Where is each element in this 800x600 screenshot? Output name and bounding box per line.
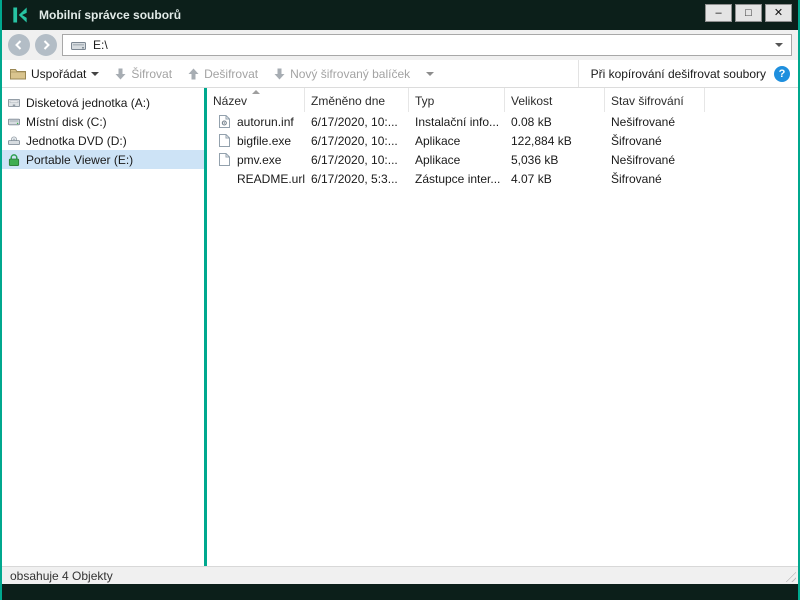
status-bar: obsahuje 4 Objekty xyxy=(2,566,798,584)
minimize-button[interactable]: – xyxy=(705,4,732,22)
file-type: Instalační info... xyxy=(415,114,500,129)
new-package-arrow-icon xyxy=(274,68,285,79)
file-modified: 6/17/2020, 10:... xyxy=(311,152,398,167)
lock-icon xyxy=(8,153,20,167)
forward-button[interactable] xyxy=(35,34,57,56)
column-header-type[interactable]: Typ xyxy=(409,88,505,112)
back-button[interactable] xyxy=(8,34,30,56)
floppy-drive-icon xyxy=(8,96,20,110)
drive-icon xyxy=(71,41,86,50)
file-type: Aplikace xyxy=(415,133,461,148)
file-row-autorun[interactable]: autorun.inf 6/17/2020, 10:... Instalační… xyxy=(207,112,798,131)
address-dropdown-icon[interactable] xyxy=(775,43,783,47)
window-controls: – □ ✕ xyxy=(705,4,792,22)
file-list: Název Změněno dne Typ Velikost Stav šifr… xyxy=(207,88,798,566)
file-name: autorun.inf xyxy=(237,114,294,129)
file-row-pmv[interactable]: pmv.exe 6/17/2020, 10:... Aplikace 5,036… xyxy=(207,150,798,169)
encrypt-button[interactable]: Šifrovat xyxy=(115,67,172,81)
sort-ascending-icon xyxy=(251,90,260,94)
sidebar: Disketová jednotka (A:) Místní disk (C:) xyxy=(2,88,204,566)
file-status: Šifrované xyxy=(611,171,662,186)
address-bar[interactable]: E:\ xyxy=(62,34,792,56)
file-status: Šifrované xyxy=(611,133,662,148)
toolbar: Uspořádat Šifrovat Dešifrovat Nový šifro… xyxy=(2,60,798,88)
hard-disk-icon xyxy=(8,115,20,129)
file-name: bigfile.exe xyxy=(237,133,292,148)
sidebar-item-label: Portable Viewer (E:) xyxy=(26,152,134,167)
sidebar-item-label: Jednotka DVD (D:) xyxy=(26,133,127,148)
copy-option-label: Při kopírování dešifrovat soubory xyxy=(590,66,766,81)
sidebar-item-floppy-a[interactable]: Disketová jednotka (A:) xyxy=(2,93,204,112)
sidebar-item-dvd-d[interactable]: Jednotka DVD (D:) xyxy=(2,131,204,150)
file-status: Nešifrované xyxy=(611,114,676,129)
sidebar-item-label: Disketová jednotka (A:) xyxy=(26,95,151,110)
file-status: Nešifrované xyxy=(611,152,676,167)
folder-icon xyxy=(10,68,26,79)
file-size: 122,884 kB xyxy=(511,133,572,148)
decrypt-label: Dešifrovat xyxy=(204,66,259,81)
navigation-bar: E:\ xyxy=(2,30,798,60)
app-window: Mobilní správce souborů – □ ✕ E:\ Uspořá… xyxy=(0,0,800,600)
status-text: obsahuje 4 Objekty xyxy=(10,568,113,583)
file-size: 5,036 kB xyxy=(511,152,559,167)
close-button[interactable]: ✕ xyxy=(765,4,792,22)
resize-grip[interactable] xyxy=(783,569,796,582)
address-text: E:\ xyxy=(93,38,108,52)
main-area: Disketová jednotka (A:) Místní disk (C:) xyxy=(2,88,798,566)
file-modified: 6/17/2020, 10:... xyxy=(311,114,398,129)
file-size: 0.08 kB xyxy=(511,114,552,129)
file-icon xyxy=(219,153,231,167)
organize-label: Uspořádat xyxy=(31,66,87,81)
file-modified: 6/17/2020, 10:... xyxy=(311,133,398,148)
encrypt-arrow-icon xyxy=(115,68,126,79)
decrypt-arrow-icon xyxy=(188,68,199,79)
kaspersky-logo-icon xyxy=(13,7,27,23)
new-package-button[interactable]: Nový šifrovaný balíček xyxy=(274,67,410,81)
back-arrow-icon xyxy=(15,40,22,50)
file-row-bigfile[interactable]: bigfile.exe 6/17/2020, 10:... Aplikace 1… xyxy=(207,131,798,150)
column-header-modified[interactable]: Změněno dne xyxy=(305,88,409,112)
forward-arrow-icon xyxy=(43,40,50,50)
dvd-drive-icon xyxy=(8,134,20,148)
file-modified: 6/17/2020, 5:3... xyxy=(311,171,398,186)
file-type: Aplikace xyxy=(415,152,461,167)
file-name: README.url xyxy=(237,171,305,186)
file-icon-placeholder xyxy=(219,172,231,186)
column-header-size[interactable]: Velikost xyxy=(505,88,605,112)
sidebar-item-portable-viewer-e[interactable]: Portable Viewer (E:) xyxy=(2,150,204,169)
new-package-label: Nový šifrovaný balíček xyxy=(290,66,411,81)
file-row-readme[interactable]: README.url 6/17/2020, 5:3... Zástupce in… xyxy=(207,169,798,188)
new-package-dropdown-icon[interactable] xyxy=(426,71,435,76)
titlebar: Mobilní správce souborů – □ ✕ xyxy=(2,0,798,30)
column-headers: Název Změněno dne Typ Velikost Stav šifr… xyxy=(207,88,798,112)
column-header-status[interactable]: Stav šifrování xyxy=(605,88,705,112)
decrypt-button[interactable]: Dešifrovat xyxy=(188,67,258,81)
file-icon xyxy=(219,134,231,148)
autorun-file-icon xyxy=(219,115,231,129)
column-header-name[interactable]: Název xyxy=(207,88,305,112)
maximize-button[interactable]: □ xyxy=(735,4,762,22)
bottom-chrome-bar xyxy=(2,584,798,600)
toolbar-right: Při kopírování dešifrovat soubory ? xyxy=(577,60,790,87)
organize-dropdown-icon xyxy=(91,71,100,76)
encrypt-label: Šifrovat xyxy=(131,66,173,81)
file-size: 4.07 kB xyxy=(511,171,552,186)
file-name: pmv.exe xyxy=(237,152,282,167)
sidebar-item-label: Místní disk (C:) xyxy=(26,114,107,129)
sidebar-item-local-disk-c[interactable]: Místní disk (C:) xyxy=(2,112,204,131)
file-type: Zástupce inter... xyxy=(415,171,501,186)
help-icon[interactable]: ? xyxy=(774,65,790,82)
window-title: Mobilní správce souborů xyxy=(39,8,182,22)
column-header-filler xyxy=(705,88,798,112)
organize-button[interactable]: Uspořádat xyxy=(10,66,100,81)
